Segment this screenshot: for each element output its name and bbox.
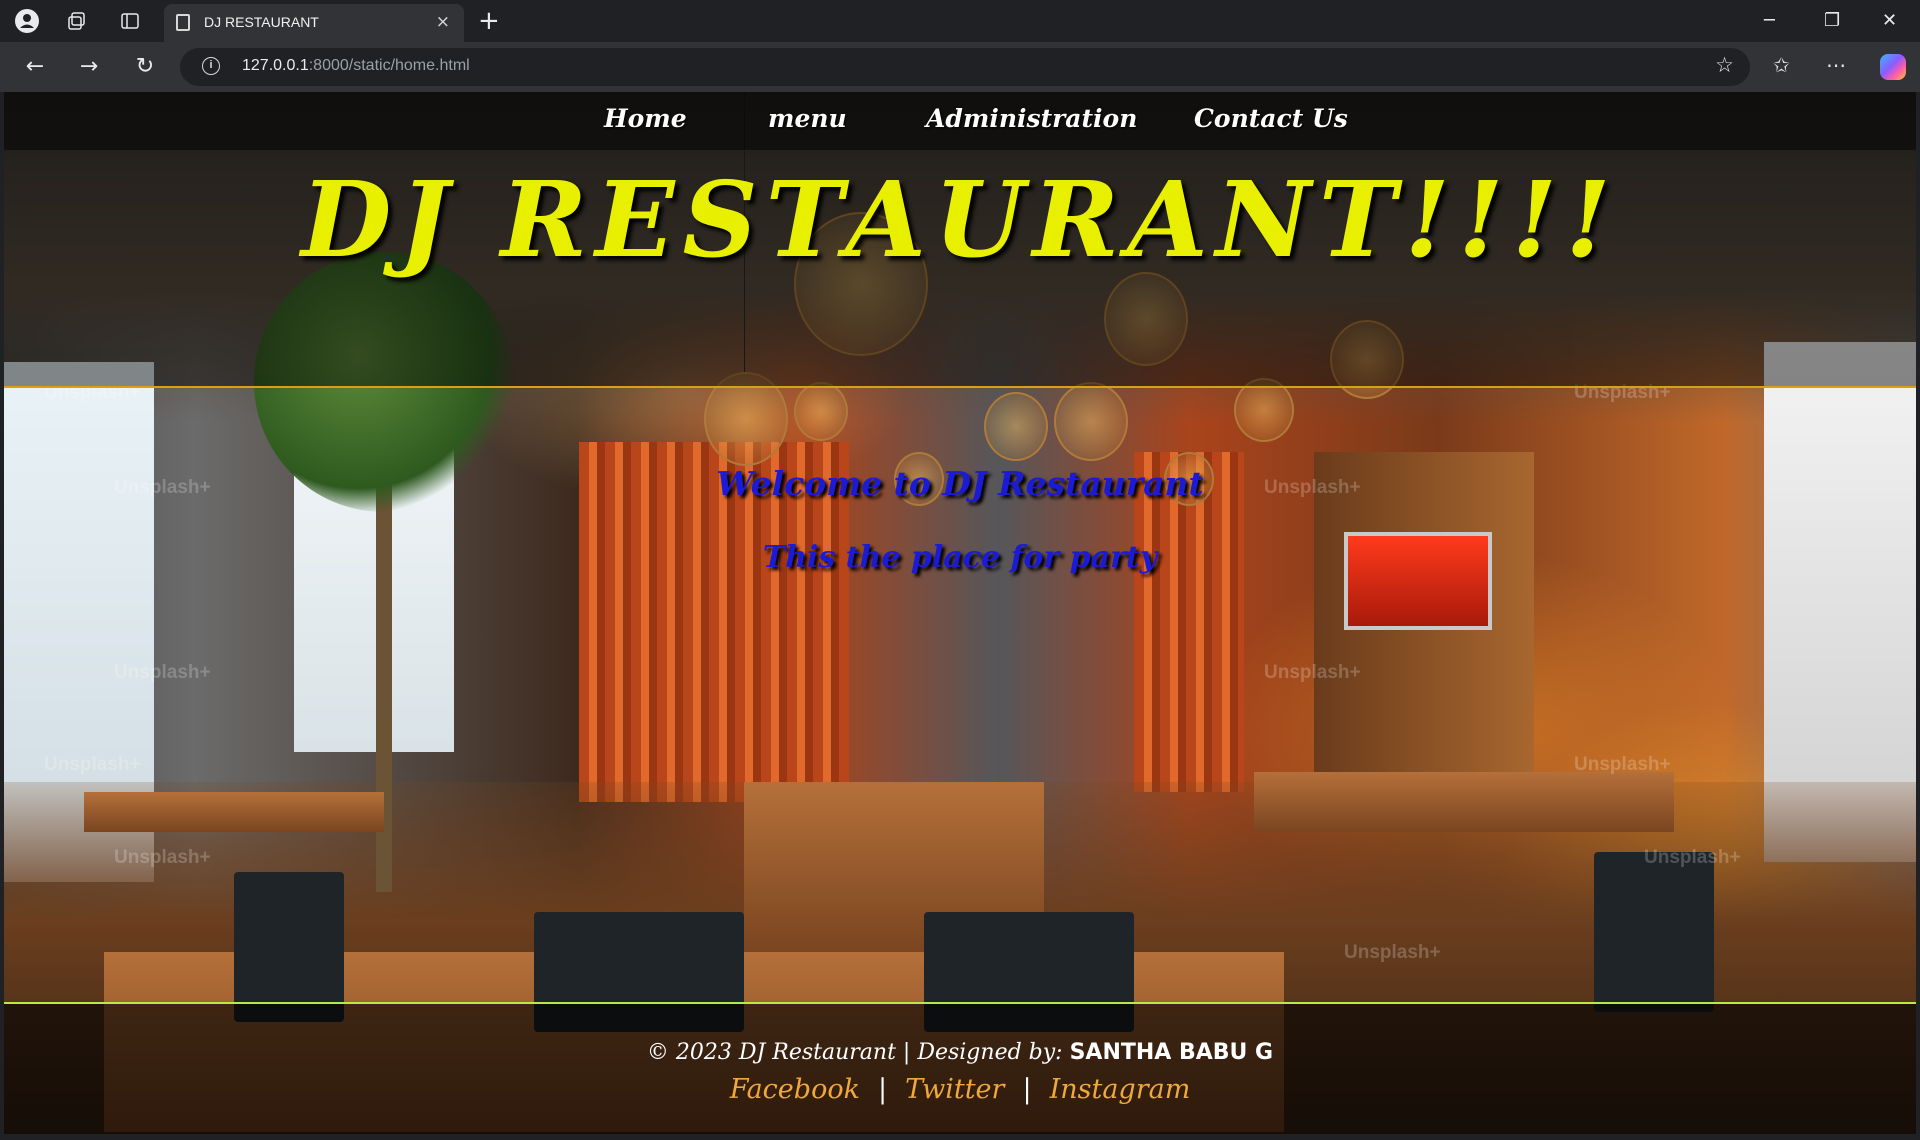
reload-button[interactable]: ↻: [130, 52, 160, 82]
pendant-lamp: [794, 382, 848, 441]
nav-link-administration[interactable]: Administration: [926, 104, 1137, 133]
tab-actions-icon[interactable]: [117, 8, 143, 34]
watermark: Unsplash+: [1344, 942, 1441, 963]
site-footer: © 2023 DJ Restaurant | Designed by: SANT…: [4, 1002, 1916, 1134]
tab-dj-restaurant[interactable]: DJ RESTAURANT ×: [164, 4, 464, 42]
favorites-icon[interactable]: ✩: [1773, 53, 1790, 77]
welcome-heading: Welcome to DJ Restaurant: [716, 464, 1204, 503]
minimize-button[interactable]: ─: [1764, 10, 1775, 31]
instagram-link[interactable]: Instagram: [1050, 1074, 1191, 1105]
new-tab-button[interactable]: +: [478, 6, 500, 36]
restore-button[interactable]: ❐: [1824, 10, 1840, 31]
twitter-link[interactable]: Twitter: [905, 1074, 1004, 1105]
profile-icon[interactable]: [14, 8, 40, 34]
close-window-button[interactable]: ✕: [1882, 10, 1897, 31]
page-viewport: Unsplash+ Unsplash+ Unsplash+ Unsplash+ …: [4, 92, 1916, 1134]
copyright-text: © 2023 DJ Restaurant | Designed by: SANT…: [4, 1040, 1916, 1065]
forward-button[interactable]: →: [74, 52, 104, 82]
tab-title: DJ RESTAURANT: [204, 14, 319, 30]
dining-table: [1254, 772, 1674, 832]
site-navigation: Home menu Administration Contact Us: [4, 92, 1916, 150]
nav-link-home[interactable]: Home: [604, 104, 687, 133]
pendant-lamp: [984, 392, 1048, 461]
chair: [1594, 852, 1714, 1012]
dining-table: [84, 792, 384, 832]
pendant-lamp: [1054, 382, 1128, 461]
social-links: Facebook | Twitter | Instagram: [4, 1074, 1916, 1105]
wall-panel: [1314, 452, 1534, 812]
url-text[interactable]: 127.0.0.1:8000/static/home.html: [242, 57, 470, 75]
copilot-icon[interactable]: [1880, 54, 1906, 80]
url-host: 127.0.0.1: [242, 57, 309, 74]
browser-toolbar: ← → ↻ i 127.0.0.1:8000/static/home.html …: [0, 42, 1920, 92]
watermark: Unsplash+: [44, 754, 141, 775]
address-bar[interactable]: i 127.0.0.1:8000/static/home.html ☆: [180, 48, 1750, 86]
site-info-icon[interactable]: i: [202, 57, 220, 75]
facebook-link[interactable]: Facebook: [730, 1074, 860, 1105]
favorite-star-icon[interactable]: ☆: [1715, 53, 1734, 77]
page-title: DJ RESTAURANT!!!!: [301, 158, 1619, 281]
watermark: Unsplash+: [114, 847, 211, 868]
nav-link-menu[interactable]: menu: [768, 104, 847, 133]
separator: |: [1022, 1074, 1032, 1105]
url-path: :8000/static/home.html: [308, 57, 470, 74]
tab-close-icon[interactable]: ×: [436, 12, 450, 32]
site-header: DJ RESTAURANT!!!!: [4, 150, 1916, 388]
watermark: Unsplash+: [1574, 754, 1671, 775]
designer-name: SANTHA BABU G: [1069, 1040, 1274, 1065]
copyright-prefix: © 2023 DJ Restaurant | Designed by:: [646, 1040, 1070, 1065]
watermark: Unsplash+: [114, 662, 211, 683]
chair: [234, 872, 344, 1022]
back-button[interactable]: ←: [20, 52, 50, 82]
more-options-icon[interactable]: ⋯: [1826, 53, 1846, 77]
browser-tab-bar: DJ RESTAURANT × + ─ ❐ ✕: [0, 0, 1920, 42]
page-icon: [176, 14, 190, 31]
workspaces-icon[interactable]: [64, 8, 90, 34]
separator: |: [877, 1074, 888, 1105]
watermark: Unsplash+: [1644, 847, 1741, 868]
tagline-text: This the place for party: [762, 540, 1158, 575]
watermark: Unsplash+: [1264, 662, 1361, 683]
nav-link-contact-us[interactable]: Contact Us: [1194, 104, 1348, 133]
